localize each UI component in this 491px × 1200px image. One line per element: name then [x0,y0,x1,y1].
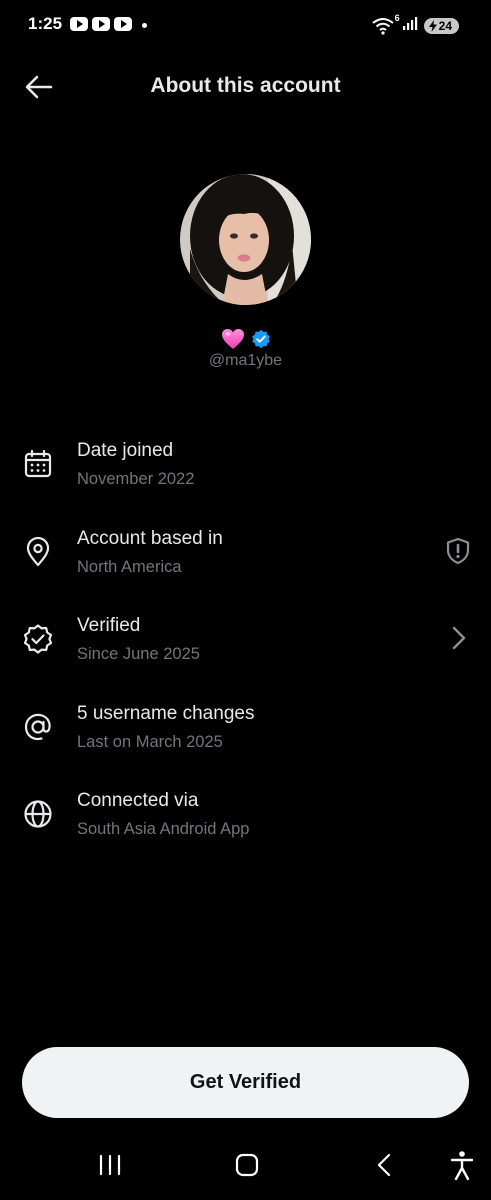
info-row-subtitle: Since June 2025 [77,645,200,663]
accessibility-button[interactable] [442,1148,482,1182]
info-row-subtitle: South Asia Android App [77,820,250,838]
home-button[interactable] [227,1148,267,1182]
system-navigation-bar [0,1134,491,1200]
info-row-date-joined: Date joined November 2022 [0,430,491,518]
get-verified-button[interactable]: Get Verified [22,1047,469,1118]
signal-icon [402,15,418,36]
verified-checkmark-icon [251,329,270,349]
account-info-list: Date joined November 2022 Account based … [0,430,491,868]
profile-handle[interactable]: @ma1ybe [0,352,491,370]
calendar-icon [24,449,52,478]
profile-name-row [0,328,491,350]
shield-alert-icon[interactable] [443,536,473,566]
info-row-title: Account based in [77,527,223,549]
recent-apps-icon [99,1154,121,1176]
status-time: 1:25 [28,14,63,33]
chevron-right-icon [452,626,466,650]
page-header: About this account [0,62,491,110]
battery-level: 24 [438,18,452,33]
youtube-notification-icon [114,17,132,31]
page-title: About this account [150,74,341,97]
info-row-username-changes: 5 username changes Last on March 2025 [0,693,491,781]
info-row-title: Date joined [77,440,174,461]
system-indicators: 6 24 [372,13,459,36]
recent-apps-button[interactable] [90,1148,130,1182]
info-row-subtitle: Last on March 2025 [77,732,223,751]
verified-badge-icon [23,624,53,654]
status-bar: 1:25 6 24 [0,0,491,52]
info-row-connected-via: Connected via South Asia Android App [0,780,491,868]
info-row-title: Connected via [77,790,199,811]
system-back-button[interactable] [365,1148,405,1182]
home-icon [235,1153,259,1177]
accessibility-icon [450,1151,474,1181]
info-row-subtitle: North America [77,557,182,576]
info-row-title: Verified [77,615,141,636]
info-row-verified[interactable]: Verified Since June 2025 [0,605,491,693]
battery-indicator: 24 [423,17,459,34]
more-notifications-dot-icon [142,23,147,28]
info-row-subtitle: November 2022 [77,470,195,488]
location-pin-icon [26,536,50,566]
globe-icon [24,800,52,828]
chevron-left-icon [377,1153,391,1177]
network-type-badge: 6 [394,12,400,23]
profile-avatar [180,174,311,305]
info-row-title: 5 username changes [77,702,255,724]
info-row-account-based-in: Account based in North America [0,518,491,606]
youtube-notification-icon [92,17,110,31]
at-sign-icon [24,713,51,740]
notification-icons [70,17,132,31]
pink-heart-icon [221,329,244,349]
charging-bolt-icon [428,19,437,32]
youtube-notification-icon [70,17,88,31]
wifi-icon: 6 [372,13,400,35]
